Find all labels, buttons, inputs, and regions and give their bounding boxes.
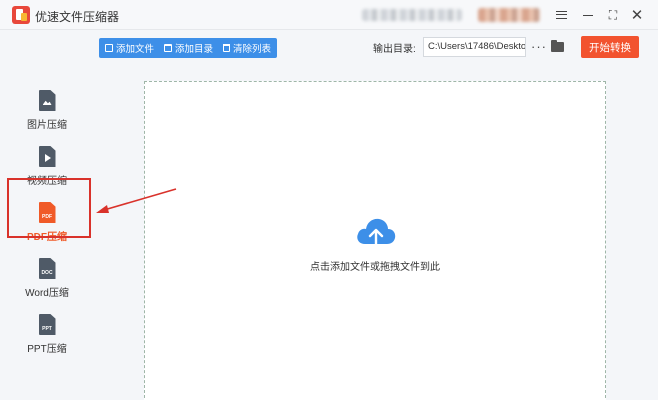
- file-actions-group: 添加文件 添加目录 清除列表: [99, 38, 278, 58]
- doc-badge: DOC: [41, 270, 53, 276]
- title-bar: 优速文件压缩器 ⛶ ✕: [0, 0, 658, 30]
- blurred-account-info: [362, 9, 462, 21]
- trash-icon: [223, 44, 231, 52]
- image-file-icon: [38, 90, 56, 111]
- app-logo-icon: [12, 6, 30, 24]
- drop-hint-text: 点击添加文件或拖拽文件到此: [310, 262, 440, 273]
- menu-icon[interactable]: [551, 5, 571, 25]
- add-file-label: 添加文件: [116, 44, 155, 55]
- add-file-button[interactable]: 添加文件: [105, 41, 154, 55]
- close-icon[interactable]: ✕: [627, 5, 647, 25]
- folder-icon: [164, 44, 173, 52]
- clear-list-button[interactable]: 清除列表: [223, 41, 271, 55]
- toolbar: 添加文件 添加目录 清除列表 输出目录: C:\Users\17486\Desk…: [0, 30, 658, 64]
- file-drop-area[interactable]: 点击添加文件或拖拽文件到此: [144, 81, 606, 400]
- blurred-user-avatar: [478, 8, 540, 22]
- sidebar-item-label: PPT压缩: [27, 344, 67, 355]
- output-path-field[interactable]: C:\Users\17486\Deskto: [423, 37, 526, 57]
- ppt-file-icon: PPT: [38, 314, 56, 335]
- add-folder-label: 添加目录: [175, 44, 214, 55]
- sidebar-item-label: Word压缩: [25, 288, 69, 299]
- open-folder-icon[interactable]: [551, 40, 564, 52]
- annotation-arrow-icon: [96, 188, 177, 213]
- maximize-icon[interactable]: ⛶: [603, 5, 623, 25]
- minimize-icon[interactable]: [578, 5, 598, 25]
- start-convert-button[interactable]: 开始转换: [581, 36, 639, 58]
- doc-file-icon: DOC: [38, 258, 56, 279]
- sidebar-item-word-compress[interactable]: DOC Word压缩: [0, 244, 94, 300]
- more-options-icon[interactable]: ···: [531, 39, 547, 54]
- annotation-highlight-box: [7, 178, 91, 238]
- file-icon: [105, 44, 113, 52]
- clear-list-label: 清除列表: [233, 44, 272, 55]
- sidebar-item-ppt-compress[interactable]: PPT PPT压缩: [0, 300, 94, 356]
- sidebar-item-label: 图片压缩: [27, 120, 67, 131]
- sidebar-item-image-compress[interactable]: 图片压缩: [0, 76, 94, 132]
- add-folder-button[interactable]: 添加目录: [164, 41, 213, 55]
- ppt-badge: PPT: [42, 326, 52, 332]
- video-file-icon: [38, 146, 56, 167]
- app-title: 优速文件压缩器: [35, 10, 120, 24]
- cloud-upload-icon: [357, 218, 396, 252]
- output-dir-label: 输出目录:: [373, 44, 416, 55]
